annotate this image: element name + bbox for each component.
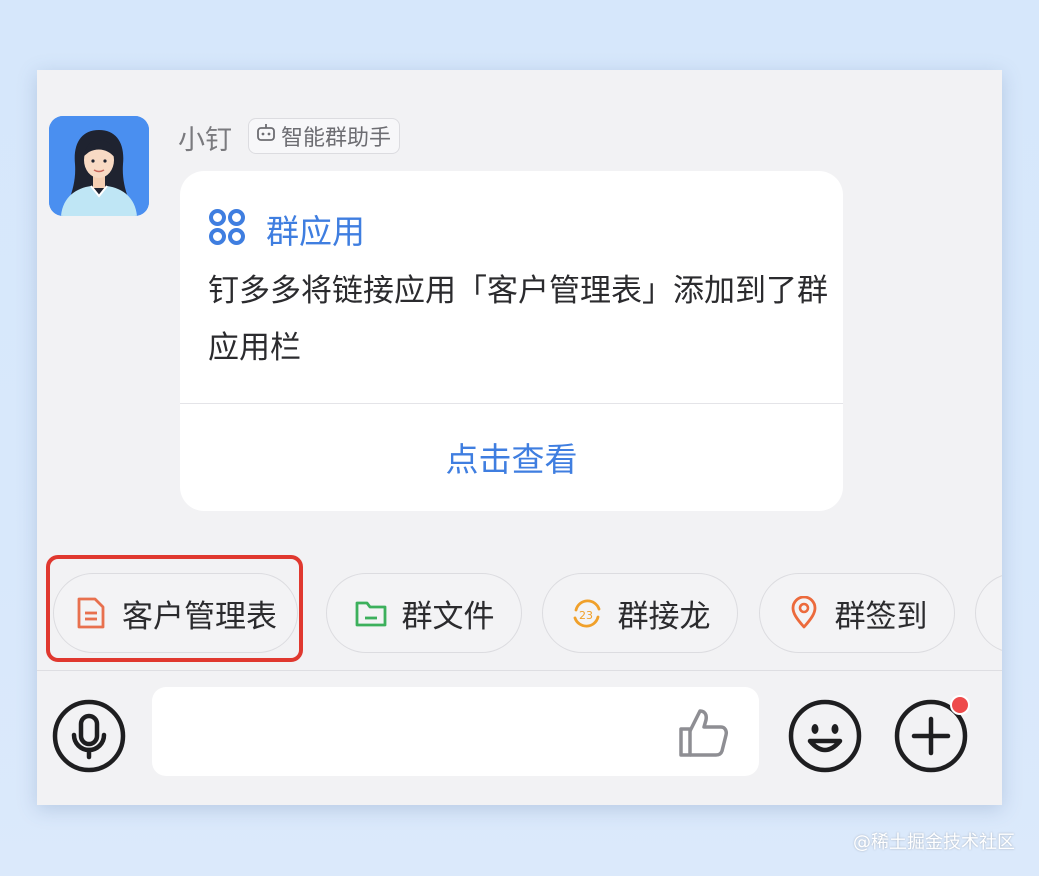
notification-dot: [950, 695, 970, 715]
plus-icon: [894, 699, 968, 777]
folder-icon: [354, 596, 388, 630]
message-input[interactable]: [152, 687, 759, 776]
sender-name: 小钉: [178, 125, 232, 156]
card-body-text: 钉多多将链接应用「客户管理表」添加到了群应用栏: [208, 273, 828, 366]
sender-role-badge: 智能群助手: [248, 118, 401, 154]
robot-icon: [255, 122, 277, 150]
emoji-button[interactable]: [788, 699, 862, 773]
document-icon: [74, 596, 108, 630]
chip-customer-table[interactable]: 客户管理表: [53, 573, 298, 653]
thumbs-up-icon: [675, 709, 731, 765]
chat-panel: 小钉 智能群助手 群应用 钉多多将链接应用「客户管理表」添加到了群应用栏 点击查…: [37, 70, 1002, 805]
avatar-illustration: [49, 116, 149, 216]
sender-avatar[interactable]: [49, 116, 149, 216]
group-app-bar: 客户管理表 群文件 23 群接龙 群签到: [37, 573, 1002, 655]
sender-role-label: 智能群助手: [281, 126, 392, 151]
chip-group-relay[interactable]: 23 群接龙: [542, 573, 738, 653]
watermark: @稀土掘金技术社区: [853, 832, 1015, 853]
message-card[interactable]: 群应用 钉多多将链接应用「客户管理表」添加到了群应用栏 点击查看: [180, 171, 843, 511]
card-header: 群应用: [208, 205, 365, 253]
chip-group-files[interactable]: 群文件: [326, 573, 522, 653]
chip-label: 客户管理表: [122, 598, 277, 635]
relay-icon: 23: [570, 596, 604, 630]
chip-label: 群签到: [834, 598, 928, 635]
chip-more-partial[interactable]: [975, 573, 1002, 653]
app-grid-icon: [208, 208, 246, 250]
card-divider: [180, 403, 843, 404]
location-pin-icon: [787, 596, 821, 630]
voice-button[interactable]: [52, 699, 126, 773]
svg-text:23: 23: [579, 609, 593, 622]
chip-label: 群文件: [401, 598, 495, 635]
view-button[interactable]: 点击查看: [180, 433, 843, 481]
chip-group-checkin[interactable]: 群签到: [759, 573, 955, 653]
like-button[interactable]: [675, 705, 731, 761]
smiley-icon: [788, 699, 862, 777]
chip-label: 群接龙: [617, 598, 711, 635]
microphone-icon: [52, 699, 126, 777]
input-bar: [37, 671, 1002, 805]
card-title: 群应用: [266, 212, 365, 251]
